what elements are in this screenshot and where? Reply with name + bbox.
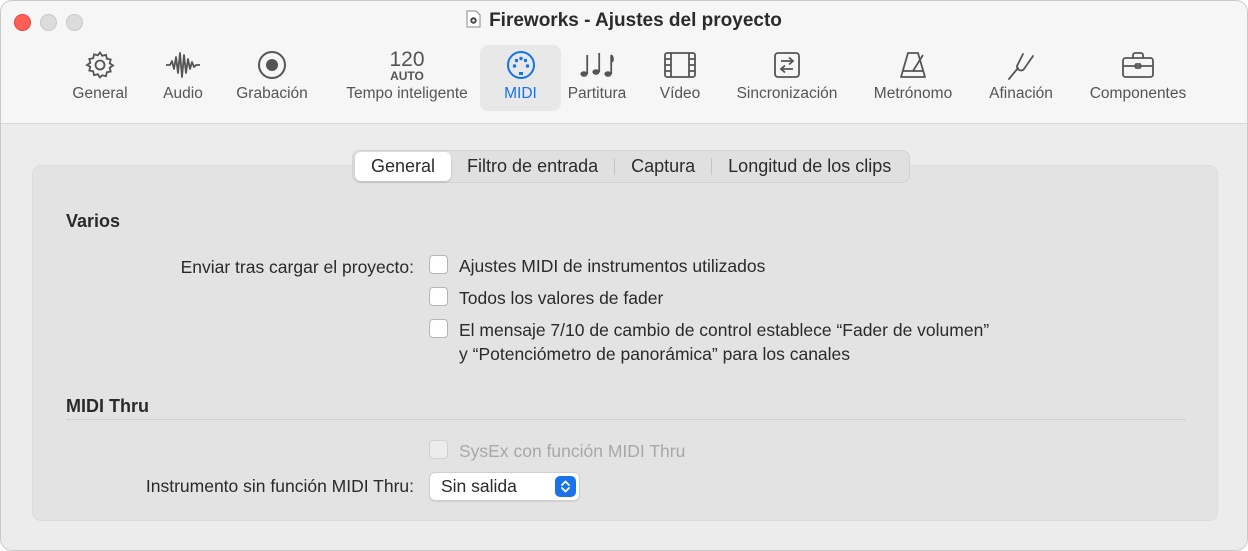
toolbar-item-video[interactable]: Vídeo [653, 45, 707, 111]
briefcase-icon [1122, 52, 1154, 78]
checkbox-cc-7-10[interactable] [429, 319, 448, 338]
settings-panel: General Filtro de entrada Captura Longit… [32, 150, 1218, 521]
option-cc-7-10-label: El mensaje 7/10 de cambio de control est… [459, 318, 989, 366]
titlebar: Fireworks - Ajustes del proyecto General [1, 1, 1247, 124]
tab-captura[interactable]: Captura [615, 152, 711, 181]
midi-connector-icon [506, 51, 535, 79]
toolbar-label-midi: MIDI [504, 85, 537, 102]
option-cc-7-10-line1: El mensaje 7/10 de cambio de control est… [459, 320, 990, 340]
toolbar-label-partitura: Partitura [567, 85, 627, 102]
toolbar-label-sincronizacion: Sincronización [736, 85, 838, 102]
checkbox-fader-values[interactable] [429, 287, 448, 306]
settings-toolbar: General Audio Grabación 120 AUTO Tempo i… [1, 45, 1247, 113]
option-midi-settings[interactable]: Ajustes MIDI de instrumentos utilizados [429, 254, 765, 278]
instrument-no-thru-popup[interactable]: Sin salida [429, 472, 580, 501]
option-sysex-midi-thru-label: SysEx con función MIDI Thru [459, 441, 686, 461]
option-sysex-midi-thru: SysEx con función MIDI Thru [429, 439, 685, 463]
option-cc-7-10[interactable]: El mensaje 7/10 de cambio de control est… [429, 318, 989, 366]
toolbar-label-metronomo: Metrónomo [873, 85, 953, 102]
option-cc-7-10-line2: y “Potenciómetro de panorámica” para los… [459, 344, 851, 364]
toolbar-item-audio[interactable]: Audio [156, 45, 210, 111]
option-fader-values-label: Todos los valores de fader [459, 288, 664, 308]
section-divider [66, 419, 1186, 420]
toolbar-label-componentes: Componentes [1089, 85, 1187, 102]
record-icon [258, 51, 286, 79]
settings-content: General Filtro de entrada Captura Longit… [1, 124, 1247, 550]
film-icon [664, 52, 696, 78]
toolbar-item-midi[interactable]: MIDI [480, 45, 561, 111]
option-midi-settings-label: Ajustes MIDI de instrumentos utilizados [459, 256, 766, 276]
instrument-no-thru-label: Instrumento sin función MIDI Thru: [145, 476, 414, 496]
gear-icon [85, 50, 115, 79]
toolbar-item-componentes[interactable]: Componentes [1083, 45, 1193, 111]
toolbar-item-afinacion[interactable]: Afinación [983, 45, 1059, 111]
checkbox-sysex-midi-thru [429, 440, 448, 459]
project-settings-window: Fireworks - Ajustes del proyecto General [0, 0, 1248, 551]
toolbar-label-video: Vídeo [659, 85, 701, 102]
instrument-no-thru-value: Sin salida [441, 476, 517, 496]
section-title-varios: Varios [66, 211, 121, 231]
toolbar-label-general: General [72, 85, 128, 102]
music-notes-icon [580, 53, 614, 77]
window-title-text: Fireworks - Ajustes del proyecto [489, 10, 782, 31]
tempo-icon: 120 AUTO [389, 45, 424, 85]
tempo-value: 120 [389, 48, 425, 71]
toolbar-item-partitura[interactable]: Partitura [562, 45, 632, 111]
metronome-icon [900, 52, 926, 78]
tab-general[interactable]: General [355, 152, 452, 181]
tab-filtro-de-entrada[interactable]: Filtro de entrada [451, 152, 614, 181]
toolbar-item-sincronizacion[interactable]: Sincronización [728, 45, 846, 111]
toolbar-label-afinacion: Afinación [989, 85, 1053, 102]
toolbar-label-tempo: Tempo inteligente [346, 85, 468, 102]
toolbar-item-grabacion[interactable]: Grabación [229, 45, 315, 111]
tab-longitud-de-los-clips[interactable]: Longitud de los clips [712, 152, 907, 181]
option-fader-values[interactable]: Todos los valores de fader [429, 286, 663, 310]
document-icon [466, 10, 481, 28]
checkbox-midi-settings[interactable] [429, 255, 448, 274]
sync-icon [774, 52, 800, 78]
toolbar-item-tempo-inteligente[interactable]: 120 AUTO Tempo inteligente [335, 45, 479, 111]
toolbar-item-general[interactable]: General [67, 45, 133, 111]
waveform-icon [166, 52, 200, 78]
toolbar-label-grabacion: Grabación [236, 85, 308, 102]
popup-stepper-icon [555, 476, 576, 497]
tempo-mode: AUTO [390, 69, 424, 83]
tuning-fork-icon [1008, 53, 1034, 80]
send-after-load-label: Enviar tras cargar el proyecto: [180, 257, 414, 277]
window-title: Fireworks - Ajustes del proyecto [1, 10, 1247, 32]
toolbar-label-audio: Audio [163, 85, 203, 102]
toolbar-item-metronomo[interactable]: Metrónomo [867, 45, 959, 111]
section-title-midi-thru: MIDI Thru [66, 396, 149, 416]
tab-bar: General Filtro de entrada Captura Longit… [352, 150, 911, 183]
